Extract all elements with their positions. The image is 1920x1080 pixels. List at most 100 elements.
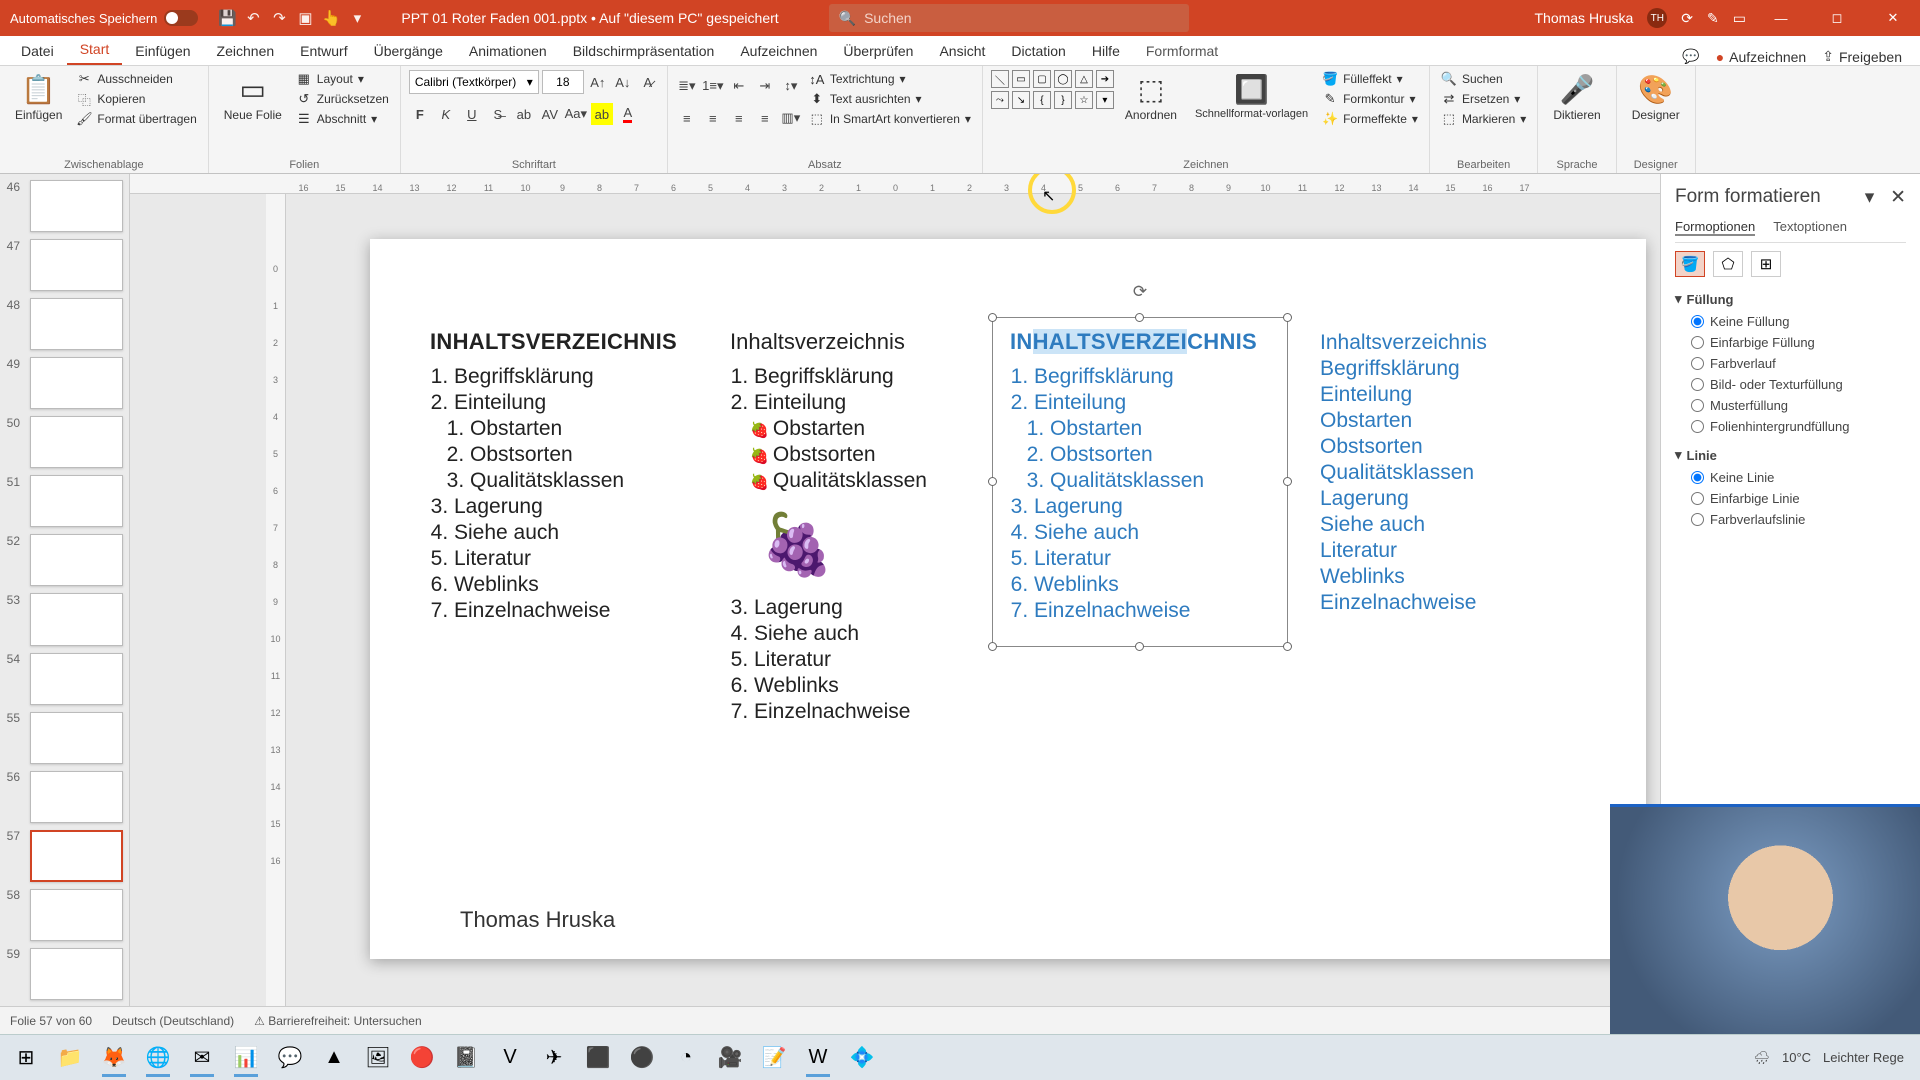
search-box[interactable]: 🔍 [829,4,1189,32]
case-button[interactable]: Aa▾ [565,103,587,125]
copy-button[interactable]: ⿻Kopieren [73,90,199,108]
pane-tab-text[interactable]: Textoptionen [1773,219,1847,236]
selection-handle[interactable] [988,313,997,322]
user-name[interactable]: Thomas Hruska [1534,10,1633,26]
font-color-button[interactable]: A [617,103,639,125]
replace-button[interactable]: ⇄Ersetzen ▾ [1438,90,1529,108]
shrink-font-button[interactable]: A↓ [612,71,634,93]
radio-option[interactable]: Farbverlauf [1675,353,1906,374]
shadow-button[interactable]: ab [513,103,535,125]
tab-dictation[interactable]: Dictation [998,37,1078,65]
thumbnail-59[interactable] [30,948,123,1000]
tab-bildschirm[interactable]: Bildschirmpräsentation [560,37,728,65]
tab-start[interactable]: Start [67,35,123,65]
radio-option[interactable]: Einfarbige Linie [1675,488,1906,509]
radio-option[interactable]: Keine Linie [1675,467,1906,488]
thumbnail-57[interactable] [30,830,123,882]
app3-icon[interactable]: ⬛ [578,1039,618,1077]
select-button[interactable]: ⬚Markieren ▾ [1438,110,1529,128]
search-input[interactable] [864,10,1179,26]
visio-icon[interactable]: V [490,1039,530,1077]
tab-entwurf[interactable]: Entwurf [287,37,360,65]
size-tab-icon[interactable]: ⊞ [1751,251,1781,277]
selection-handle[interactable] [1135,313,1144,322]
bold-button[interactable]: F [409,103,431,125]
bullets-button[interactable]: ≣▾ [676,75,698,97]
shape-curve-icon[interactable]: ⤳ [991,91,1009,109]
touch-icon[interactable]: 👆 [322,9,340,27]
selection-handle[interactable] [1283,477,1292,486]
explorer-icon[interactable]: 📁 [50,1039,90,1077]
autosave-toggle[interactable]: Automatisches Speichern [10,10,198,26]
shape-star-icon[interactable]: ☆ [1075,91,1093,109]
share-button[interactable]: ⇪Freigeben [1822,48,1902,65]
text-direction-button[interactable]: ↕ATextrichtung ▾ [806,70,974,88]
shape-arrow-icon[interactable]: ➔ [1096,70,1114,88]
thumbnail-53[interactable] [30,593,123,645]
minimize-button[interactable]: — [1760,0,1802,36]
tab-zeichnen[interactable]: Zeichnen [204,37,288,65]
indent-button[interactable]: ⇥ [754,75,776,97]
radio-option[interactable]: Farbverlaufslinie [1675,509,1906,530]
slide-thumbnails[interactable]: 4647484950515253545556575859 [0,174,130,1006]
highlight-button[interactable]: ab [591,103,613,125]
designer-button[interactable]: 🎨Designer [1625,70,1687,125]
app4-icon[interactable]: ◔ [666,1039,706,1077]
comments-icon[interactable]: 💬 [1682,48,1699,65]
smartart-button[interactable]: ⬚In SmartArt konvertieren ▾ [806,110,974,128]
shape-connector-icon[interactable]: ↘ [1012,91,1030,109]
align-left-button[interactable]: ≡ [676,107,698,129]
spacing-button[interactable]: AV [539,103,561,125]
justify-button[interactable]: ≡ [754,107,776,129]
italic-button[interactable]: K [435,103,457,125]
align-right-button[interactable]: ≡ [728,107,750,129]
thumbnail-52[interactable] [30,534,123,586]
text-align-button[interactable]: ⬍Text ausrichten ▾ [806,90,974,108]
tab-einfuegen[interactable]: Einfügen [122,37,203,65]
section-button[interactable]: ☰Abschnitt ▾ [293,110,392,128]
font-size-select[interactable]: 18 [542,70,584,94]
tab-ueberpruefen[interactable]: Überprüfen [830,37,926,65]
thumbnail-50[interactable] [30,416,123,468]
quick-styles-button[interactable]: 🔲Schnellformat-vorlagen [1188,70,1315,123]
vlc-icon[interactable]: ▲ [314,1039,354,1077]
slide-count[interactable]: Folie 57 von 60 [10,1014,92,1028]
paste-button[interactable]: 📋Einfügen [8,70,69,125]
dictate-button[interactable]: 🎤Diktieren [1546,70,1607,125]
zoom-icon[interactable]: 🎥 [710,1039,750,1077]
undo-icon[interactable]: ↶ [244,9,262,27]
telegram-icon[interactable]: ✈ [534,1039,574,1077]
app-icon[interactable]: 💬 [270,1039,310,1077]
shape-oval-icon[interactable]: ◯ [1054,70,1072,88]
thumbnail-58[interactable] [30,889,123,941]
shape-brace2-icon[interactable]: } [1054,91,1072,109]
thumbnail-47[interactable] [30,239,123,291]
maximize-button[interactable]: ◻ [1816,0,1858,36]
radio-option[interactable]: Folienhintergrundfüllung [1675,416,1906,437]
thumbnail-49[interactable] [30,357,123,409]
ribbon-mode-icon[interactable]: ▭ [1733,10,1746,27]
accessibility-status[interactable]: ⚠ Barrierefreiheit: Untersuchen [254,1014,422,1028]
language-status[interactable]: Deutsch (Deutschland) [112,1014,234,1028]
powerpoint-icon[interactable]: 📊 [226,1039,266,1077]
columns-button[interactable]: ▥▾ [780,107,802,129]
thumbnail-48[interactable] [30,298,123,350]
find-button[interactable]: 🔍Suchen [1438,70,1529,88]
toggle-switch[interactable] [164,10,198,26]
firefox-icon[interactable]: 🦊 [94,1039,134,1077]
pane-dropdown-icon[interactable]: ▾ [1865,187,1875,208]
user-avatar[interactable]: TH [1647,8,1667,28]
thumbnail-46[interactable] [30,180,123,232]
line-section-header[interactable]: ▾ Linie [1675,443,1906,467]
tab-animationen[interactable]: Animationen [456,37,560,65]
effects-tab-icon[interactable]: ⬠ [1713,251,1743,277]
slide[interactable]: INHALTSVERZEICHNIS BegriffsklärungEintei… [370,239,1646,959]
outlook-icon[interactable]: ✉ [182,1039,222,1077]
new-slide-button[interactable]: ▭Neue Folie [217,70,289,125]
selection-handle[interactable] [1283,642,1292,651]
app5-icon[interactable]: 💠 [842,1039,882,1077]
save-icon[interactable]: 💾 [218,9,236,27]
notepad-icon[interactable]: 📝 [754,1039,794,1077]
selection-handle[interactable] [1283,313,1292,322]
present-icon[interactable]: ▣ [296,9,314,27]
